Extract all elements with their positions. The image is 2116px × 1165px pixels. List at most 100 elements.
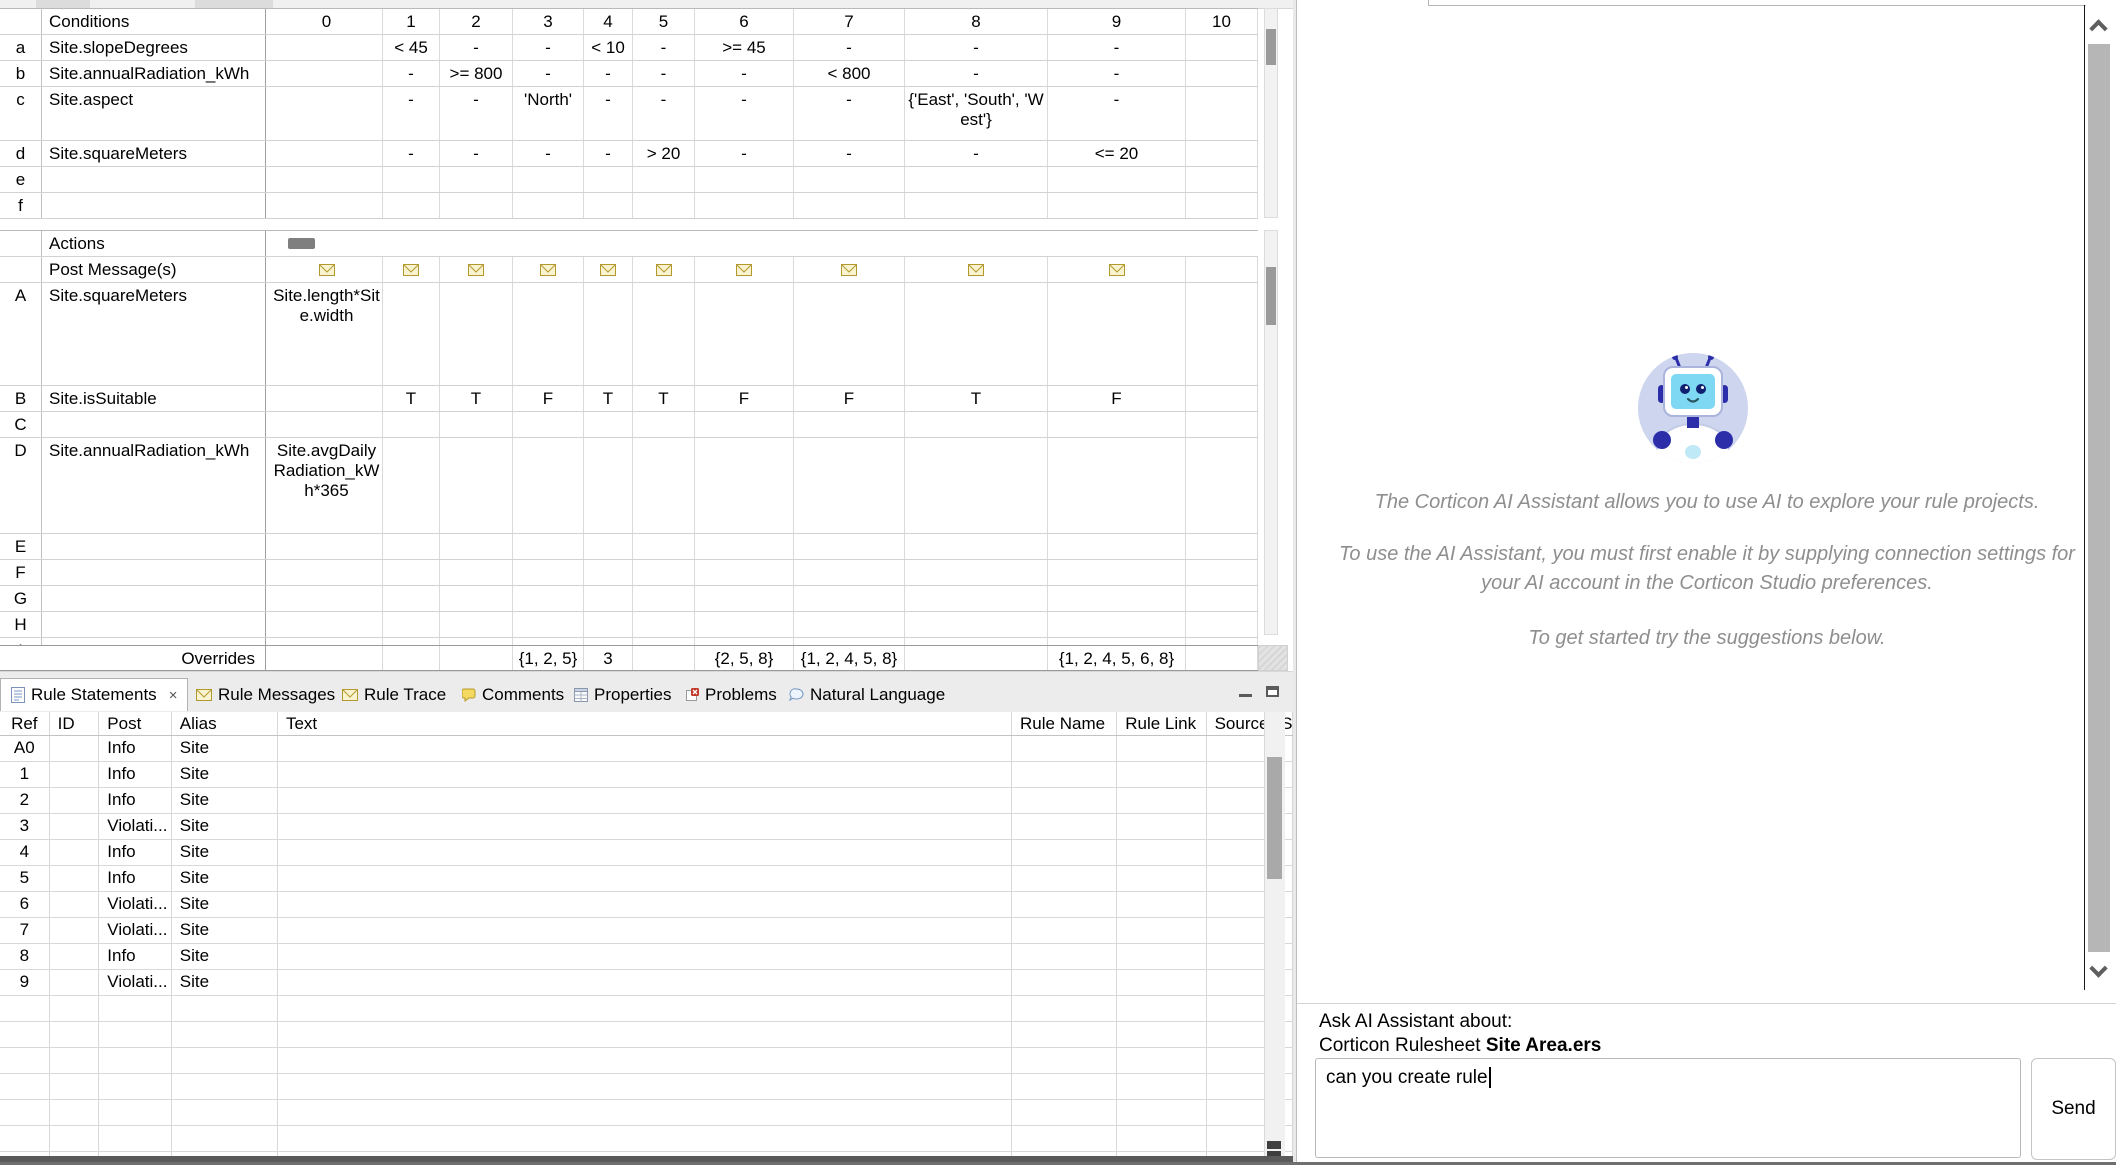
action-cell-G-8[interactable] (905, 586, 1048, 611)
condition-cell-c-5[interactable]: - (633, 87, 695, 140)
statement-cell-alias[interactable] (172, 996, 278, 1021)
statement-cell-ref[interactable]: 2 (0, 788, 50, 813)
condition-cell-b-10[interactable] (1186, 61, 1258, 86)
action-label-G[interactable] (42, 586, 266, 611)
action-cell-A-5[interactable] (633, 283, 695, 385)
action-cell-H-0[interactable] (271, 612, 383, 637)
condition-label-b[interactable]: Site.annualRadiation_kWh (42, 61, 266, 86)
statements-column-header-text[interactable]: Text (278, 712, 1012, 735)
action-cell-D-8[interactable] (905, 438, 1048, 533)
action-cell-H-6[interactable] (695, 612, 794, 637)
condition-cell-a-5[interactable]: - (633, 35, 695, 60)
statement-cell-ref[interactable] (0, 1022, 50, 1047)
override-cell-ov-3[interactable]: {1, 2, 5} (513, 646, 584, 670)
envelope-icon[interactable] (403, 264, 419, 276)
statement-cell-post[interactable] (99, 996, 171, 1021)
envelope-icon[interactable] (468, 264, 484, 276)
statement-cell-text[interactable] (278, 866, 1012, 891)
statement-cell-id[interactable] (50, 892, 100, 917)
statement-cell-post[interactable]: Info (99, 866, 171, 891)
rule-column-header-4[interactable]: 4 (584, 9, 633, 34)
condition-cell-c-8[interactable]: {'East', 'South', 'West'} (905, 87, 1048, 140)
actions-scrollbar-thumb[interactable] (1266, 267, 1276, 325)
condition-cell-e-5[interactable] (633, 167, 695, 192)
envelope-icon[interactable] (841, 264, 857, 276)
condition-cell-f-4[interactable] (584, 193, 633, 218)
action-cell-D-2[interactable] (440, 438, 513, 533)
statement-cell-id[interactable] (50, 1100, 100, 1125)
condition-row-header-e[interactable]: e (0, 167, 42, 192)
statement-cell-rule_name[interactable] (1012, 736, 1117, 761)
action-row-header-F[interactable]: F (0, 560, 42, 585)
statement-cell-text[interactable] (278, 996, 1012, 1021)
condition-cell-c-4[interactable]: - (584, 87, 633, 140)
action-cell-A-10[interactable] (1186, 283, 1258, 385)
action-cell-H-1[interactable] (383, 612, 440, 637)
statement-cell-rule_name[interactable] (1012, 892, 1117, 917)
condition-cell-e-4[interactable] (584, 167, 633, 192)
condition-row-header-f[interactable]: f (0, 193, 42, 218)
condition-row-header-a[interactable]: a (0, 35, 42, 60)
rule-column-header-0[interactable]: 0 (271, 9, 383, 34)
action-cell-D-4[interactable] (584, 438, 633, 533)
statement-cell-alias[interactable]: Site (172, 762, 278, 787)
scroll-corner-grip[interactable] (1258, 645, 1288, 671)
override-cell-ov-5[interactable] (633, 646, 695, 670)
tab-rule-statements[interactable]: Rule Statements × (0, 678, 188, 711)
condition-cell-e-9[interactable] (1048, 167, 1186, 192)
statement-cell-rule_link[interactable] (1117, 892, 1206, 917)
assistant-scrollbar-thumb[interactable] (2088, 44, 2110, 952)
action-cell-F-0[interactable] (271, 560, 383, 585)
override-cell-ov-1[interactable] (383, 646, 440, 670)
statement-cell-alias[interactable]: Site (172, 944, 278, 969)
condition-cell-f-6[interactable] (695, 193, 794, 218)
statement-row[interactable] (0, 1022, 1293, 1048)
action-label-E[interactable] (42, 534, 266, 559)
statement-cell-rule_name[interactable] (1012, 970, 1117, 995)
statement-cell-id[interactable] (50, 736, 100, 761)
statement-cell-id[interactable] (50, 788, 100, 813)
condition-cell-b-1[interactable]: - (383, 61, 440, 86)
statement-cell-ref[interactable]: 1 (0, 762, 50, 787)
action-cell-F-6[interactable] (695, 560, 794, 585)
statement-cell-rule_link[interactable] (1117, 918, 1206, 943)
condition-cell-f-1[interactable] (383, 193, 440, 218)
action-label-A[interactable]: Site.squareMeters (42, 283, 266, 385)
condition-cell-d-7[interactable]: - (794, 141, 905, 166)
statement-cell-ref[interactable]: 3 (0, 814, 50, 839)
statement-cell-text[interactable] (278, 892, 1012, 917)
statement-row[interactable]: 9Violati...Site (0, 970, 1293, 996)
condition-cell-f-8[interactable] (905, 193, 1048, 218)
post-message-cell-8[interactable] (905, 257, 1048, 282)
action-cell-B-7[interactable]: F (794, 386, 905, 411)
statement-cell-text[interactable] (278, 814, 1012, 839)
action-row-header-D[interactable]: D (0, 438, 42, 533)
statement-row[interactable]: 2InfoSite (0, 788, 1293, 814)
statement-cell-post[interactable]: Info (99, 762, 171, 787)
post-message-cell-5[interactable] (633, 257, 695, 282)
statement-cell-post[interactable]: Violati... (99, 892, 171, 917)
condition-cell-a-2[interactable]: - (440, 35, 513, 60)
statement-cell-rule_name[interactable] (1012, 840, 1117, 865)
statement-cell-ref[interactable] (0, 1048, 50, 1073)
post-message-cell-7[interactable] (794, 257, 905, 282)
statement-cell-rule_link[interactable] (1117, 996, 1206, 1021)
statement-cell-rule_link[interactable] (1117, 1074, 1206, 1099)
condition-cell-e-3[interactable] (513, 167, 584, 192)
statement-cell-id[interactable] (50, 944, 100, 969)
statement-cell-text[interactable] (278, 944, 1012, 969)
condition-cell-e-8[interactable] (905, 167, 1048, 192)
envelope-icon[interactable] (656, 264, 672, 276)
statement-cell-post[interactable]: Violati... (99, 814, 171, 839)
condition-cell-c-10[interactable] (1186, 87, 1258, 140)
rule-column-header-3[interactable]: 3 (513, 9, 584, 34)
action-cell-C-0[interactable] (271, 412, 383, 437)
condition-cell-e-10[interactable] (1186, 167, 1258, 192)
action-row-header-C[interactable]: C (0, 412, 42, 437)
condition-cell-e-1[interactable] (383, 167, 440, 192)
statement-cell-alias[interactable] (172, 1100, 278, 1125)
send-button[interactable]: Send (2031, 1058, 2116, 1160)
statement-row[interactable]: 5InfoSite (0, 866, 1293, 892)
envelope-icon[interactable] (600, 264, 616, 276)
action-cell-G-9[interactable] (1048, 586, 1186, 611)
